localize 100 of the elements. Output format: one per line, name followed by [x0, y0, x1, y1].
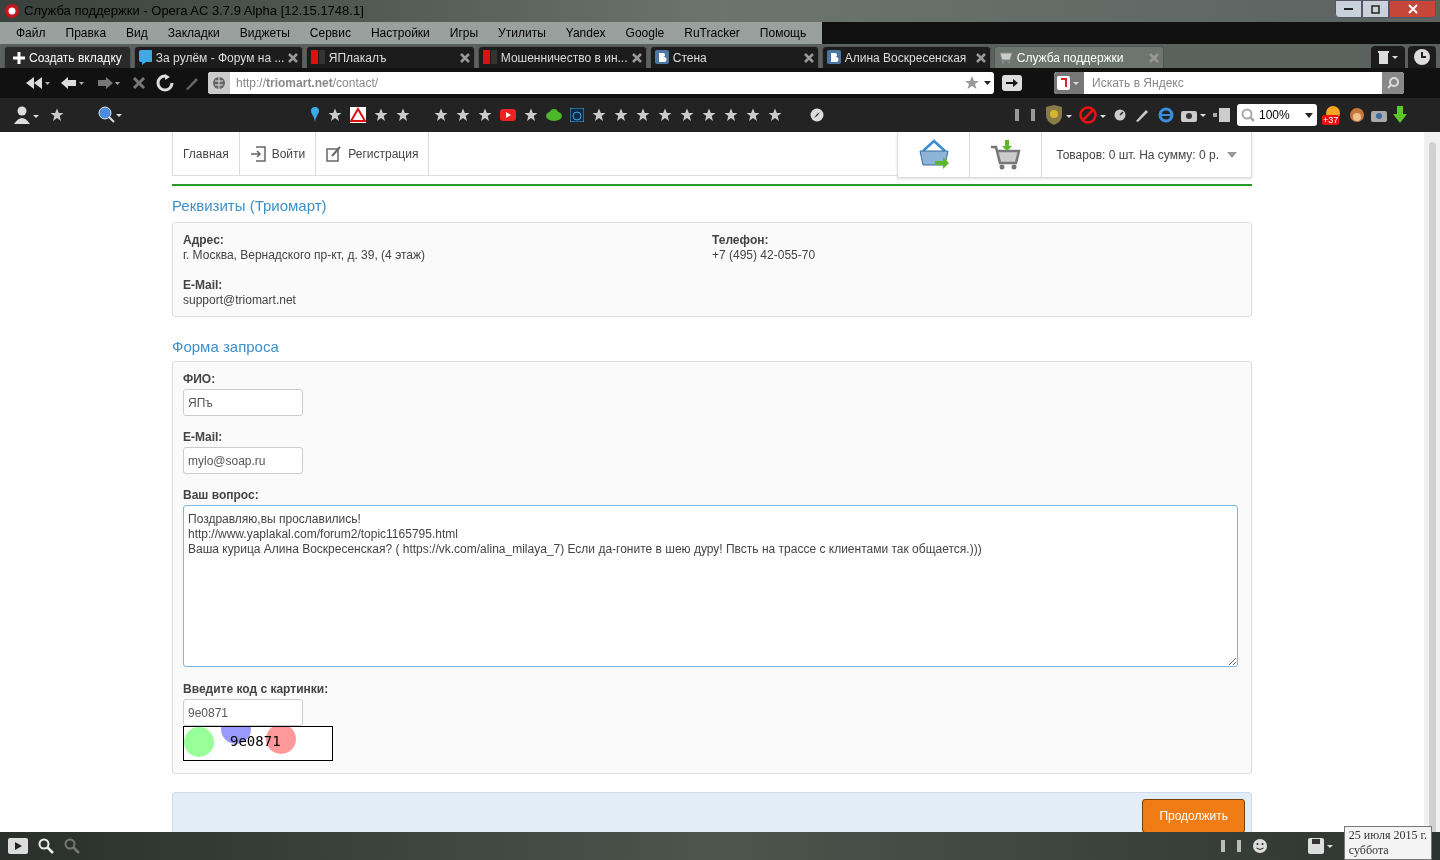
browser-tab[interactable]: Служба поддержки [993, 46, 1164, 68]
close-icon[interactable] [975, 52, 986, 63]
star-icon[interactable] [592, 108, 606, 122]
vk-logo-icon [654, 50, 669, 65]
browser-tab[interactable]: ЯПлакалъ [305, 46, 475, 68]
star-icon[interactable] [768, 108, 782, 122]
menu-item[interactable]: Игры [439, 22, 489, 44]
question-field[interactable]: Поздравляю,вы прославились! http://www.yaplakal.com/forum2/topic1165795.html Ваша курица Алина Воскресенская? ( https://vk.com/alina_milaya_7) Если да-гоните в шею дуру! Пвсть на трассе с клиентами так общается.))) [183, 505, 1238, 667]
caret-icon [1305, 112, 1313, 118]
star-icon[interactable] [478, 108, 492, 122]
browser-tab[interactable]: За рулём - Форум на ... [133, 46, 303, 68]
star-icon[interactable] [50, 108, 64, 122]
basket-icon[interactable] [916, 138, 951, 171]
cloud-icon[interactable] [546, 108, 562, 122]
close-icon [1407, 4, 1418, 14]
smiley-icon[interactable] [1251, 838, 1268, 854]
menu-item[interactable]: Помощь [749, 22, 817, 44]
fullscreen-icon[interactable] [1014, 108, 1036, 122]
menu-item[interactable]: Файл [6, 22, 56, 44]
menu-item[interactable]: Правка [55, 22, 117, 44]
globe-icon [212, 76, 226, 90]
section-title: Реквизиты (Триомарт) [172, 196, 328, 216]
star-icon[interactable] [396, 108, 410, 122]
clock-button[interactable] [1408, 46, 1436, 68]
gauge-icon[interactable] [570, 108, 584, 122]
nav-link[interactable]: Главная [172, 132, 240, 175]
play-button-icon[interactable] [500, 109, 516, 121]
nav-link[interactable]: Регистрация [316, 132, 430, 175]
star-icon[interactable] [680, 108, 694, 122]
close-icon[interactable] [803, 52, 814, 63]
go-icon[interactable] [1002, 75, 1022, 91]
star-icon[interactable] [746, 108, 760, 122]
compass-icon[interactable] [810, 108, 824, 122]
browser-tab[interactable]: Мошенничество в ин... [477, 46, 647, 68]
gauge-icon[interactable] [1114, 109, 1126, 121]
scrollbar-thumb[interactable] [1428, 142, 1436, 832]
menu-item[interactable]: Вид [116, 22, 158, 44]
download-icon[interactable] [1392, 106, 1408, 124]
star-icon[interactable] [614, 108, 628, 122]
cart-icon[interactable] [988, 138, 1023, 171]
stop-icon[interactable] [132, 76, 146, 90]
menu-item[interactable]: Утилиты [488, 22, 556, 44]
star-icon[interactable] [702, 108, 716, 122]
rewind-icon[interactable] [24, 75, 50, 91]
menu-item[interactable]: Закладки [157, 22, 230, 44]
fullscreen-icon[interactable] [1219, 839, 1242, 853]
warning-sign-icon[interactable] [350, 107, 366, 123]
minimize-button[interactable] [1335, 0, 1362, 18]
star-icon[interactable] [524, 108, 538, 122]
star-icon[interactable] [636, 108, 650, 122]
star-icon[interactable] [456, 108, 470, 122]
new-tab-button[interactable]: Создать вкладку [4, 46, 131, 68]
reload-icon[interactable] [156, 74, 174, 92]
menu-item[interactable]: Виджеты [229, 22, 300, 44]
star-icon[interactable] [724, 108, 738, 122]
user-icon[interactable] [14, 106, 40, 124]
bookmark-star-icon[interactable] [964, 75, 994, 91]
edit-icon [326, 145, 343, 162]
no-sign-icon[interactable] [1079, 105, 1107, 125]
email-field[interactable]: mylo@soap.ru [183, 447, 303, 474]
captcha-field[interactable]: 9e0871 [183, 699, 303, 726]
star-icon[interactable] [374, 108, 388, 122]
name-field[interactable]: ЯПъ [183, 389, 303, 416]
floppy-icon[interactable] [1307, 838, 1334, 854]
menu-item[interactable]: Yandex [555, 22, 616, 44]
close-icon[interactable] [631, 52, 642, 63]
menu-item[interactable]: Настройки [360, 22, 440, 44]
maximize-button[interactable] [1362, 0, 1389, 18]
close-icon[interactable] [459, 52, 470, 63]
menu-item[interactable]: Google [615, 22, 675, 44]
back-icon[interactable] [60, 75, 86, 91]
forward-icon[interactable] [96, 75, 122, 91]
menu-item[interactable]: RuTracker [674, 22, 750, 44]
browser-logo-icon [4, 3, 20, 19]
notification-badge: +37 [1322, 115, 1340, 125]
date-text: 25 июля 2015 г. [1348, 828, 1427, 843]
nav-link[interactable]: Войти [239, 132, 317, 175]
caret-icon[interactable] [1227, 151, 1237, 158]
magnifier-icon[interactable] [98, 106, 122, 124]
maximize-icon [1371, 4, 1380, 14]
star-icon[interactable] [434, 108, 448, 122]
browser-tab[interactable]: Алина Воскресенская [821, 46, 991, 68]
menu-item[interactable]: Сервис [299, 22, 361, 44]
page-icon[interactable] [1213, 107, 1231, 123]
cart-summary[interactable]: Товаров: 0 шт. На сумму: 0 р. [1056, 145, 1219, 164]
pin-icon[interactable] [310, 107, 320, 123]
zoom-dropdown[interactable]: 100% [1237, 104, 1317, 126]
field-label: E-Mail: [183, 278, 224, 293]
pencil-icon[interactable] [1134, 107, 1150, 123]
panel-toggle-icon[interactable] [8, 838, 28, 854]
camera-icon[interactable] [1181, 108, 1207, 122]
close-button[interactable] [1389, 0, 1436, 18]
camera-icon[interactable] [1371, 108, 1387, 122]
browser-tab[interactable]: Стена [649, 46, 819, 68]
shield-icon[interactable] [1045, 105, 1073, 125]
trash-button[interactable] [1371, 46, 1405, 68]
search-icon[interactable] [38, 838, 54, 854]
star-icon[interactable] [658, 108, 672, 122]
close-icon[interactable] [288, 52, 298, 63]
star-icon[interactable] [328, 108, 342, 122]
